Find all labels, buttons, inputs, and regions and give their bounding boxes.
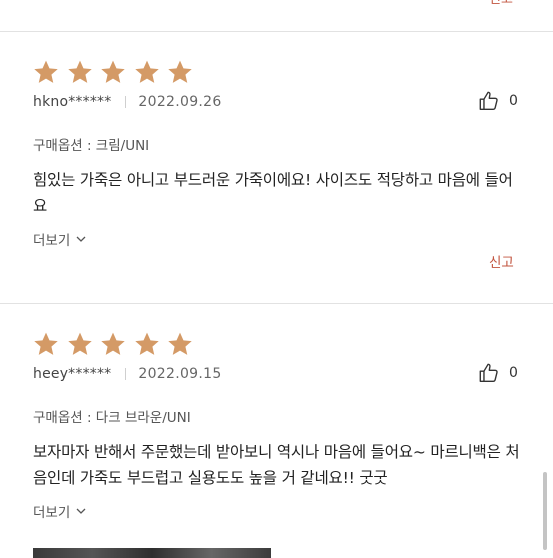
star-icon [100,331,126,357]
like-button[interactable]: 0 [478,89,518,113]
review-meta: hkno****** 2022.09.26 [33,92,222,112]
star-icon [100,59,126,85]
review-date: 2022.09.15 [138,366,222,382]
divider [0,31,553,32]
star-rating [33,59,201,85]
thumbs-up-icon [478,362,500,384]
more-button[interactable]: 더보기 [33,501,87,521]
meta-separator [125,368,127,380]
review-meta: heey****** 2022.09.15 [33,364,222,384]
star-icon [167,331,193,357]
more-label: 더보기 [33,233,71,249]
review-item-1: hkno****** 2022.09.26 0 구매옵션 : 크림/UNI 힘있… [0,59,553,289]
star-icon [134,59,160,85]
report-link[interactable]: 신고 [489,251,514,271]
star-icon [33,331,59,357]
report-link-prev[interactable]: 신고 [489,0,523,7]
like-button[interactable]: 0 [478,361,518,385]
review-photo[interactable] [33,548,271,558]
more-button[interactable]: 더보기 [33,229,87,249]
star-icon [33,59,59,85]
scrollbar[interactable] [543,472,547,550]
reviewer-name: hkno****** [33,94,112,110]
chevron-down-icon [70,233,87,245]
star-rating [33,331,201,357]
like-count: 0 [509,365,518,381]
review-item-2: heey****** 2022.09.15 0 구매옵션 : 다크 브라운/UN… [0,331,553,553]
reviewer-name: heey****** [33,366,112,382]
chevron-down-icon [70,505,87,517]
divider [0,303,553,304]
like-count: 0 [509,93,518,109]
star-icon [167,59,193,85]
more-label: 더보기 [33,505,71,521]
review-date: 2022.09.26 [138,94,222,110]
star-icon [67,59,93,85]
meta-separator [125,96,127,108]
thumbs-up-icon [478,90,500,112]
review-text: 보자마자 반해서 주문했는데 받아보니 역시나 마음에 들어요~ 마르니백은 처… [33,443,520,487]
purchase-option: 구매옵션 : 크림/UNI [33,138,150,154]
star-icon [67,331,93,357]
star-icon [134,331,160,357]
purchase-option: 구매옵션 : 다크 브라운/UNI [33,410,191,426]
review-text: 힘있는 가죽은 아니고 부드러운 가죽이에요! 사이즈도 적당하고 마음에 들어… [33,171,513,215]
